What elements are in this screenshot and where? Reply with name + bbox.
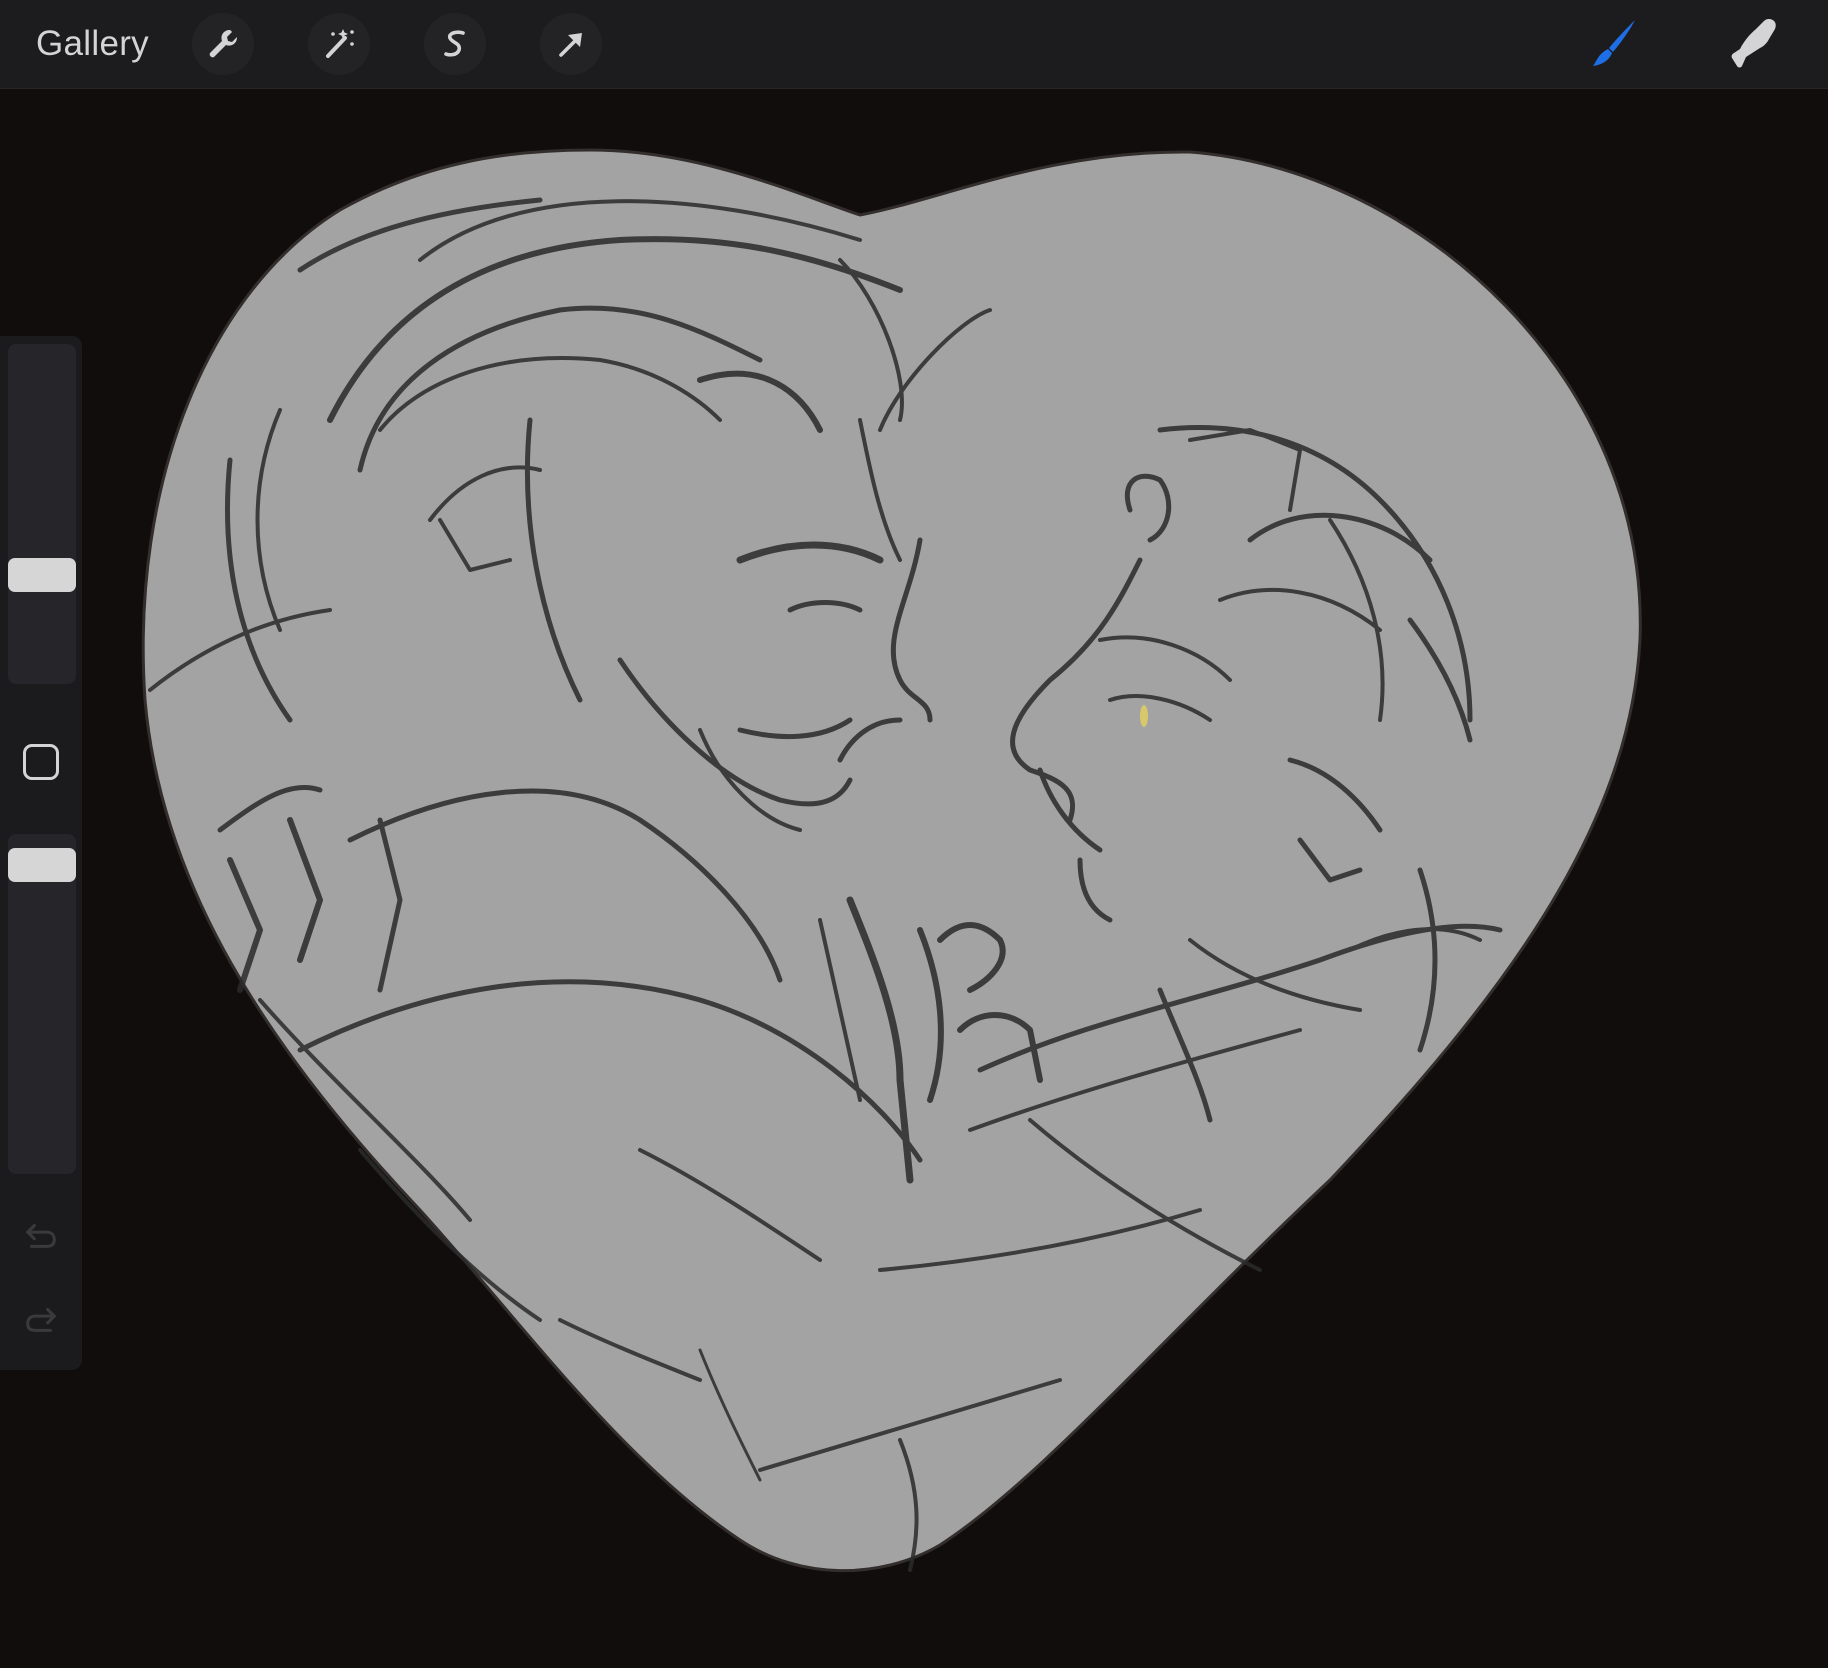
arrow-cursor-icon xyxy=(559,33,582,57)
top-toolbar: Gallery xyxy=(0,0,1828,89)
transform-button[interactable] xyxy=(540,13,602,75)
adjustments-button[interactable] xyxy=(308,13,370,75)
wrench-icon xyxy=(209,29,238,58)
drawing-canvas[interactable] xyxy=(0,89,1828,1668)
smudge-button[interactable] xyxy=(1720,12,1784,76)
selection-button[interactable] xyxy=(424,13,486,75)
magic-wand-icon xyxy=(326,29,354,58)
selection-s-icon xyxy=(444,30,465,57)
brush-button[interactable] xyxy=(1583,12,1647,76)
eye-highlight xyxy=(1140,705,1148,727)
canvas-artwork xyxy=(141,148,1642,1573)
brush-icon xyxy=(1593,20,1635,66)
procreate-app: Gallery xyxy=(0,0,1828,1668)
gallery-button[interactable]: Gallery xyxy=(36,20,149,68)
actions-button[interactable] xyxy=(192,13,254,75)
smudge-finger-icon xyxy=(1731,19,1776,68)
